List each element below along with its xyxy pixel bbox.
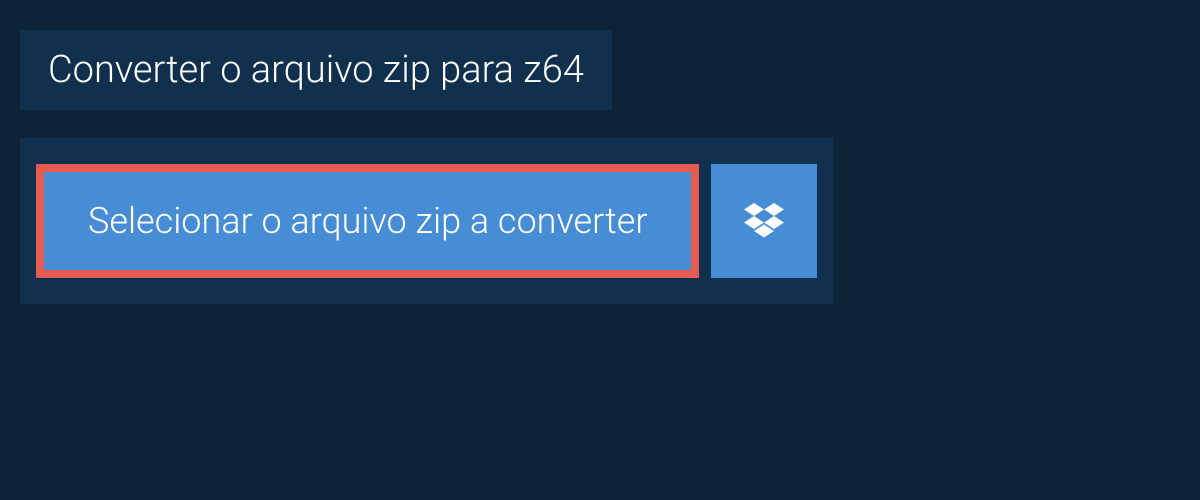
dropbox-icon [744,203,784,239]
select-file-button-label: Selecionar o arquivo zip a converter [88,200,647,242]
select-file-button[interactable]: Selecionar o arquivo zip a converter [36,164,699,278]
page-title: Converter o arquivo zip para z64 [20,30,612,110]
dropbox-button[interactable] [711,164,817,278]
upload-controls: Selecionar o arquivo zip a converter [20,138,833,304]
converter-panel: Converter o arquivo zip para z64 Selecio… [0,0,1200,334]
